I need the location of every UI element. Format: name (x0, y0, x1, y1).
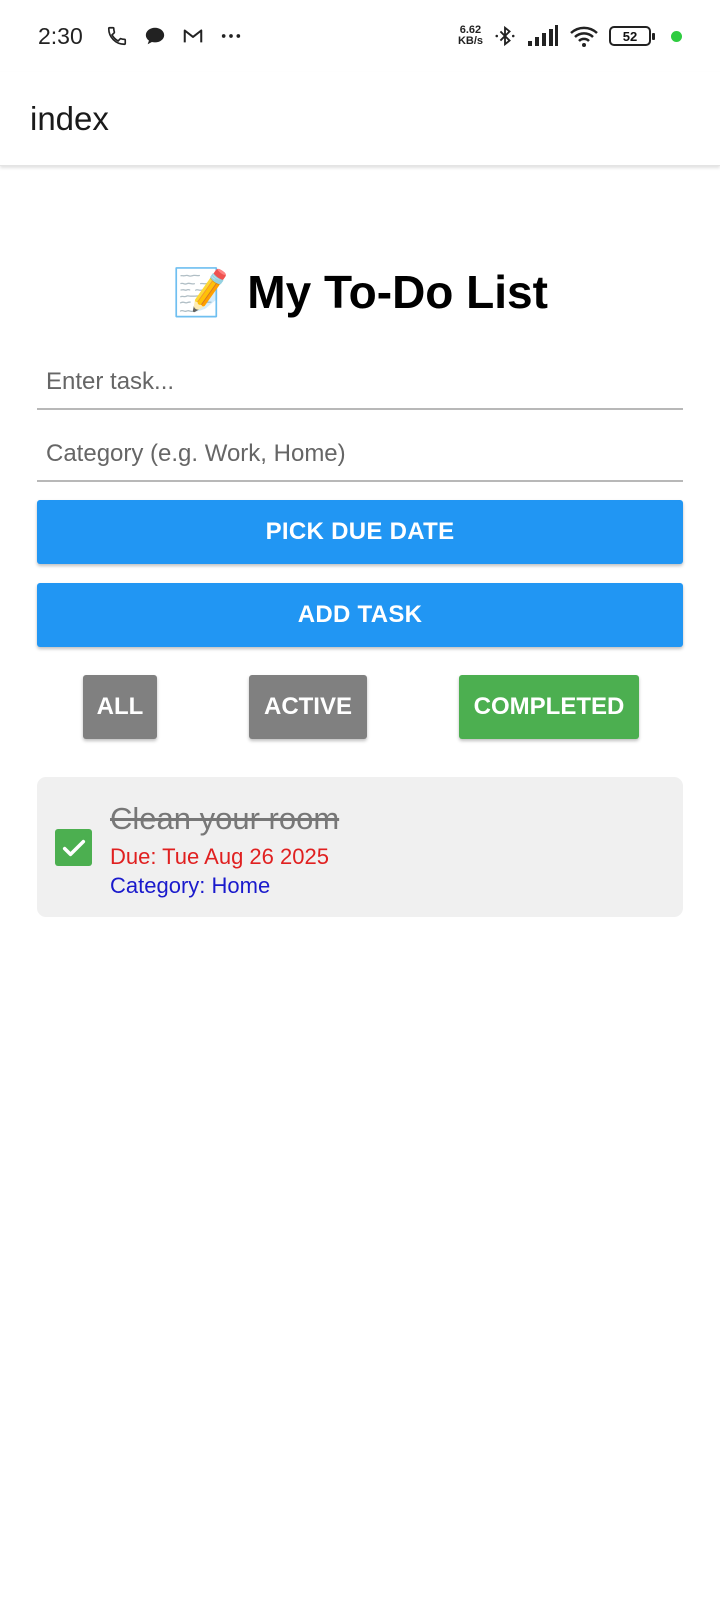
main-content: 📝 My To-Do List PICK DUE DATE ADD TASK A… (37, 166, 683, 917)
status-left: 2:30 (38, 23, 243, 50)
filter-active-button[interactable]: ACTIVE (249, 675, 367, 739)
app-bar-title: index (30, 99, 109, 137)
category-field[interactable] (37, 420, 683, 482)
task-text: Clean your room Due: Tue Aug 26 2025 Cat… (110, 799, 339, 901)
status-time: 2:30 (38, 22, 83, 49)
task-input[interactable] (46, 368, 674, 396)
task-checkbox[interactable] (55, 829, 92, 866)
task-item: Clean your room Due: Tue Aug 26 2025 Cat… (37, 777, 683, 917)
wifi-icon (569, 24, 599, 48)
status-bar: 2:30 6.62 KB/s 52 (0, 0, 720, 72)
more-dots-icon (219, 24, 243, 48)
gmail-icon (181, 24, 205, 48)
status-right: 6.62 KB/s 52 (458, 24, 682, 48)
task-title: Clean your room (110, 801, 340, 836)
signal-icon (527, 24, 559, 48)
pick-due-date-button[interactable]: PICK DUE DATE (37, 500, 683, 564)
task-due-date: Due: Tue Aug 26 2025 (110, 844, 329, 869)
task-category: Category: Home (110, 873, 271, 898)
filter-all-button[interactable]: ALL (83, 675, 157, 739)
chat-bubble-icon (143, 24, 167, 48)
page-title-text: My To-Do List (247, 266, 548, 318)
privacy-indicator-dot (671, 30, 682, 42)
battery-level: 52 (622, 28, 638, 44)
add-task-button[interactable]: ADD TASK (37, 583, 683, 647)
page-title: 📝 My To-Do List (37, 262, 683, 322)
net-speed: 6.62 KB/s (458, 25, 483, 47)
checkmark-icon (62, 839, 85, 856)
filter-completed-button[interactable]: COMPLETED (459, 675, 639, 739)
category-input[interactable] (46, 440, 674, 468)
app-bar: index (0, 72, 720, 166)
net-speed-unit: KB/s (457, 35, 483, 47)
bluetooth-icon (493, 24, 517, 48)
phone-icon (105, 24, 129, 48)
memo-pencil-icon: 📝 (172, 265, 230, 318)
filter-bar: ALL ACTIVE COMPLETED (37, 675, 683, 739)
battery-icon: 52 (609, 26, 655, 46)
task-field[interactable] (37, 348, 683, 410)
